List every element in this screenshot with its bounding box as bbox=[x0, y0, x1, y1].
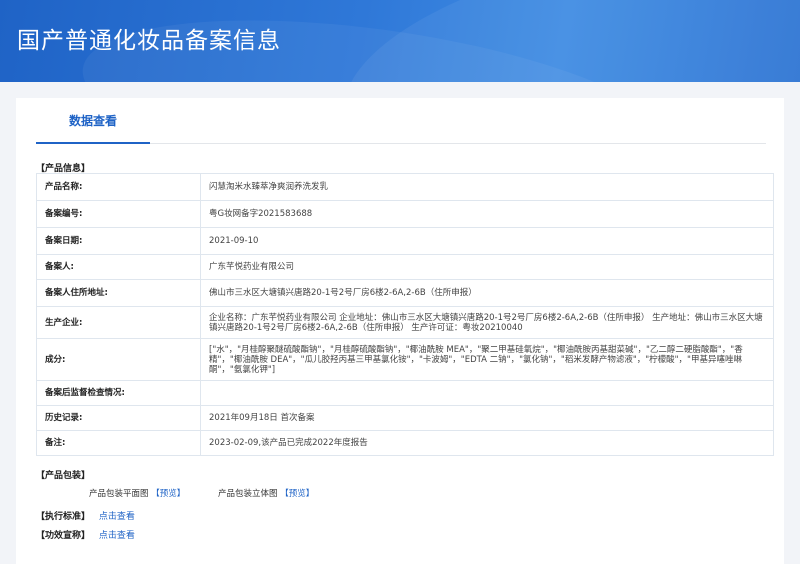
row-value: 闪慧淘米水臻萃净爽润养洗发乳 bbox=[200, 173, 774, 201]
efficacy-row: 【功效宣称】 点击查看 bbox=[36, 528, 135, 541]
packaging-item: 产品包装平面图 【预览】 bbox=[89, 489, 186, 499]
packaging-title: 【产品包装】 bbox=[36, 471, 91, 481]
row-label: 产品名称: bbox=[36, 173, 201, 201]
standard-view-link[interactable]: 点击查看 bbox=[99, 512, 135, 522]
row-label: 生产企业: bbox=[36, 306, 201, 339]
efficacy-view-link[interactable]: 点击查看 bbox=[99, 531, 135, 541]
row-label: 备案后监督检查情况: bbox=[36, 380, 201, 406]
table-row: 成分: ["水"，"月桂醇聚醚硫酸酯钠"，"月桂醇硫酸酯钠"，"椰油酰胺 MEA… bbox=[36, 338, 774, 381]
header-banner: 国产普通化妆品备案信息 bbox=[0, 0, 800, 82]
content-panel: 数据查看 【产品信息】 产品名称: 闪慧淘米水臻萃净爽润养洗发乳 备案编号: 粤… bbox=[16, 98, 784, 564]
packaging-item-label: 产品包装平面图 bbox=[89, 489, 149, 499]
product-info-table: 产品名称: 闪慧淘米水臻萃净爽润养洗发乳 备案编号: 粤G妆网备字2021583… bbox=[36, 173, 774, 456]
row-label: 历史记录: bbox=[36, 405, 201, 431]
row-label: 备案编号: bbox=[36, 200, 201, 228]
row-value: 粤G妆网备字2021583688 bbox=[200, 200, 774, 228]
packaging-item-label: 产品包装立体图 bbox=[218, 489, 278, 499]
packaging-item: 产品包装立体图 【预览】 bbox=[218, 489, 315, 499]
row-label: 备注: bbox=[36, 430, 201, 456]
row-value: 广东芊悦药业有限公司 bbox=[200, 254, 774, 280]
table-row: 备注: 2023-02-09,该产品已完成2022年度报告 bbox=[36, 430, 774, 456]
row-value: 2021年09月18日 首次备案 bbox=[200, 405, 774, 431]
row-value bbox=[200, 380, 774, 406]
table-row: 备案后监督检查情况: bbox=[36, 380, 774, 406]
table-row: 备案人住所地址: 佛山市三水区大塘镇兴唐路20-1号2号厂房6楼2-6A,2-6… bbox=[36, 279, 774, 307]
efficacy-label: 【功效宣称】 bbox=[36, 531, 91, 541]
table-row: 备案日期: 2021-09-10 bbox=[36, 227, 774, 255]
table-row: 备案人: 广东芊悦药业有限公司 bbox=[36, 254, 774, 280]
row-value: ["水"，"月桂醇聚醚硫酸酯钠"，"月桂醇硫酸酯钠"，"椰油酰胺 MEA"，"聚… bbox=[200, 338, 774, 381]
table-row: 生产企业: 企业名称：广东芊悦药业有限公司 企业地址：佛山市三水区大塘镇兴唐路2… bbox=[36, 306, 774, 339]
row-value: 2021-09-10 bbox=[200, 227, 774, 255]
row-label: 备案人: bbox=[36, 254, 201, 280]
tab-bar: 数据查看 bbox=[36, 98, 766, 144]
page-title: 国产普通化妆品备案信息 bbox=[17, 28, 281, 54]
table-row: 历史记录: 2021年09月18日 首次备案 bbox=[36, 405, 774, 431]
preview-link[interactable]: 预览 bbox=[160, 489, 177, 499]
row-value: 佛山市三水区大塘镇兴唐路20-1号2号厂房6楼2-6A,2-6B（住所申报） bbox=[200, 279, 774, 307]
row-label: 备案人住所地址: bbox=[36, 279, 201, 307]
row-value: 企业名称：广东芊悦药业有限公司 企业地址：佛山市三水区大塘镇兴唐路20-1号2号… bbox=[200, 306, 774, 339]
standard-row: 【执行标准】 点击查看 bbox=[36, 509, 135, 522]
tab-data-view[interactable]: 数据查看 bbox=[36, 98, 150, 144]
row-label: 成分: bbox=[36, 338, 201, 381]
table-row: 产品名称: 闪慧淘米水臻萃净爽润养洗发乳 bbox=[36, 173, 774, 201]
row-value: 2023-02-09,该产品已完成2022年度报告 bbox=[200, 430, 774, 456]
table-row: 备案编号: 粤G妆网备字2021583688 bbox=[36, 200, 774, 228]
standard-label: 【执行标准】 bbox=[36, 512, 91, 522]
preview-link[interactable]: 预览 bbox=[289, 489, 306, 499]
row-label: 备案日期: bbox=[36, 227, 201, 255]
